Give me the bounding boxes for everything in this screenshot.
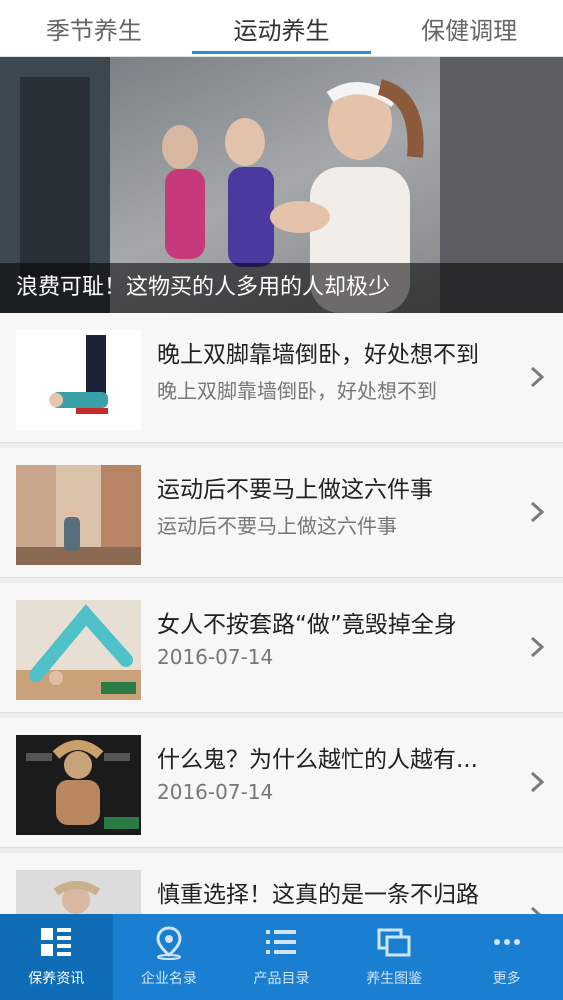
tab-label: 保健调理: [421, 16, 518, 45]
nav-label: 产品目录: [253, 971, 310, 987]
article-date: 2016-07-14: [157, 645, 274, 669]
nav-label: 企业名录: [140, 971, 197, 987]
tab-label: 季节养生: [45, 16, 142, 45]
gallery-icon: [377, 928, 411, 957]
tab-exercise[interactable]: 运动养生: [188, 0, 376, 56]
article-title: 晚上双脚靠墙倒卧，好处想不到: [157, 342, 479, 368]
list-item[interactable]: 运动后不要马上做这六件事 运动后不要马上做这六件事: [0, 448, 563, 578]
more-dots-icon: [493, 939, 520, 945]
hero-banner[interactable]: 浪费可耻！这物买的人多用的人却极少: [0, 57, 563, 313]
list-icon: [266, 930, 297, 954]
article-thumbnail: [16, 735, 141, 835]
article-thumbnail: [16, 330, 141, 430]
article-title: 女人不按套路“做”竟毁掉全身: [157, 612, 457, 638]
article-subtitle: 运动后不要马上做这六件事: [157, 514, 397, 538]
nav-item-products[interactable]: 产品目录: [225, 914, 338, 1000]
nav-label: 保养资讯: [28, 971, 85, 987]
nav-item-gallery[interactable]: 养生图鉴: [338, 914, 451, 1000]
list-item[interactable]: 晚上双脚靠墙倒卧，好处想不到 晚上双脚靠墙倒卧，好处想不到: [0, 313, 563, 443]
tab-label: 运动养生: [233, 16, 330, 45]
nav-item-more[interactable]: 更多: [450, 914, 563, 1000]
map-pin-icon: [156, 926, 182, 960]
tab-healthcare[interactable]: 保健调理: [375, 0, 563, 56]
nav-label: 更多: [492, 971, 521, 987]
article-title: 慎重选择！这真的是一条不归路: [157, 882, 479, 908]
article-title: 运动后不要马上做这六件事: [157, 477, 433, 503]
list-item[interactable]: 什么鬼？为什么越忙的人越有... 2016-07-14: [0, 718, 563, 848]
chevron-right-icon: [530, 501, 545, 523]
article-title: 什么鬼？为什么越忙的人越有...: [157, 747, 478, 773]
bottom-nav: 保养资讯 企业名录 产品目录 养生图鉴 更多: [0, 914, 563, 1000]
chevron-right-icon: [530, 636, 545, 658]
chevron-right-icon: [530, 366, 545, 388]
list-grid-icon: [41, 928, 72, 956]
list-item[interactable]: 女人不按套路“做”竟毁掉全身 2016-07-14: [0, 583, 563, 713]
app-root: 季节养生 运动养生 保健调理 浪费可耻！这物买的人多用的人却极少 晚上双脚靠墙倒…: [0, 0, 563, 1000]
hero-caption: 浪费可耻！这物买的人多用的人却极少: [0, 263, 563, 313]
nav-label: 养生图鉴: [366, 971, 423, 987]
chevron-right-icon: [530, 771, 545, 793]
article-subtitle: 晚上双脚靠墙倒卧，好处想不到: [157, 379, 437, 403]
article-thumbnail: [16, 465, 141, 565]
nav-item-directory[interactable]: 企业名录: [113, 914, 226, 1000]
nav-item-health-news[interactable]: 保养资讯: [0, 914, 113, 1000]
article-date: 2016-07-14: [157, 780, 274, 804]
tab-seasonal[interactable]: 季节养生: [0, 0, 188, 56]
article-thumbnail: [16, 600, 141, 700]
category-tabs: 季节养生 运动养生 保健调理: [0, 0, 563, 57]
article-list: 晚上双脚靠墙倒卧，好处想不到 晚上双脚靠墙倒卧，好处想不到 运动后不要马上做这六…: [0, 313, 563, 988]
